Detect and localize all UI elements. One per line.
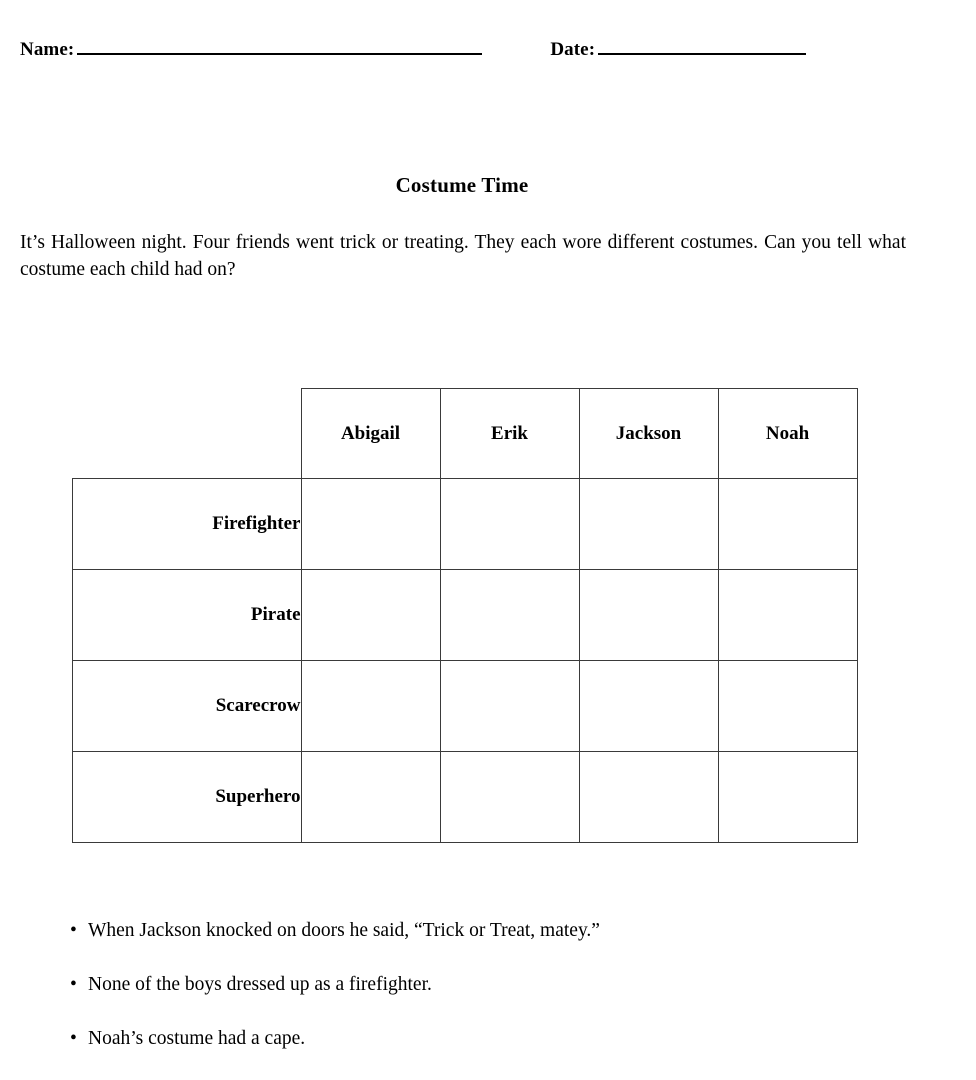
answer-cell-firefighter-erik[interactable]	[439, 478, 580, 570]
answer-cell-superhero-abigail[interactable]	[300, 751, 441, 843]
row-header-firefighter: Firefighter	[72, 478, 302, 570]
column-header-jackson: Jackson	[578, 388, 719, 479]
answer-cell-superhero-erik[interactable]	[439, 751, 580, 843]
column-header-erik: Erik	[439, 388, 580, 479]
logic-grid-table: Abigail Erik Jackson Noah Firefighter Pi…	[72, 388, 858, 843]
column-header-noah: Noah	[717, 388, 858, 479]
clue-list: • When Jackson knocked on doors he said,…	[70, 918, 930, 1080]
name-date-header: Name: Date:	[20, 38, 956, 68]
clue-text: When Jackson knocked on doors he said, “…	[88, 920, 600, 941]
list-item: • None of the boys dressed up as a firef…	[70, 972, 930, 998]
answer-cell-firefighter-jackson[interactable]	[578, 478, 719, 570]
answer-cell-scarecrow-jackson[interactable]	[578, 660, 719, 752]
row-header-scarecrow: Scarecrow	[72, 660, 302, 752]
table-header-row: Abigail Erik Jackson Noah	[73, 388, 858, 479]
table-row: Firefighter	[72, 478, 858, 570]
answer-cell-pirate-noah[interactable]	[717, 569, 858, 661]
date-field-group: Date:	[550, 38, 807, 61]
list-item: • Noah’s costume had a cape.	[70, 1026, 930, 1052]
clue-text: Noah’s costume had a cape.	[88, 1028, 306, 1049]
bullet-icon: •	[70, 920, 77, 941]
date-label: Date:	[550, 39, 596, 60]
answer-cell-pirate-abigail[interactable]	[300, 569, 441, 661]
name-input-line[interactable]	[77, 38, 483, 55]
name-label: Name:	[20, 39, 75, 60]
column-header-abigail: Abigail	[300, 388, 441, 479]
page-title: Costume Time	[395, 173, 529, 197]
intro-paragraph: It’s Halloween night. Four friends went …	[20, 232, 906, 280]
row-header-superhero: Superhero	[72, 751, 302, 843]
date-input-line[interactable]	[598, 38, 807, 55]
table-row: Pirate	[72, 569, 858, 661]
table-row: Scarecrow	[72, 660, 858, 752]
bullet-icon: •	[70, 1028, 77, 1049]
answer-cell-scarecrow-erik[interactable]	[439, 660, 580, 752]
answer-cell-firefighter-abigail[interactable]	[300, 478, 441, 570]
answer-cell-superhero-jackson[interactable]	[578, 751, 719, 843]
answer-cell-scarecrow-noah[interactable]	[717, 660, 858, 752]
name-field-group: Name:	[20, 38, 483, 61]
answer-cell-pirate-erik[interactable]	[439, 569, 580, 661]
answer-cell-firefighter-noah[interactable]	[717, 478, 858, 570]
answer-cell-scarecrow-abigail[interactable]	[300, 660, 441, 752]
table-row: Superhero	[72, 751, 858, 843]
corner-blank-cell	[73, 389, 302, 479]
clue-text: None of the boys dressed up as a firefig…	[88, 974, 432, 995]
logic-grid-body: Abigail Erik Jackson Noah Firefighter Pi…	[72, 388, 858, 843]
list-item: • When Jackson knocked on doors he said,…	[70, 918, 930, 944]
answer-cell-pirate-jackson[interactable]	[578, 569, 719, 661]
row-header-pirate: Pirate	[72, 569, 302, 661]
answer-cell-superhero-noah[interactable]	[717, 751, 858, 843]
logic-grid-container: Abigail Erik Jackson Noah Firefighter Pi…	[72, 388, 858, 843]
bullet-icon: •	[70, 974, 77, 995]
